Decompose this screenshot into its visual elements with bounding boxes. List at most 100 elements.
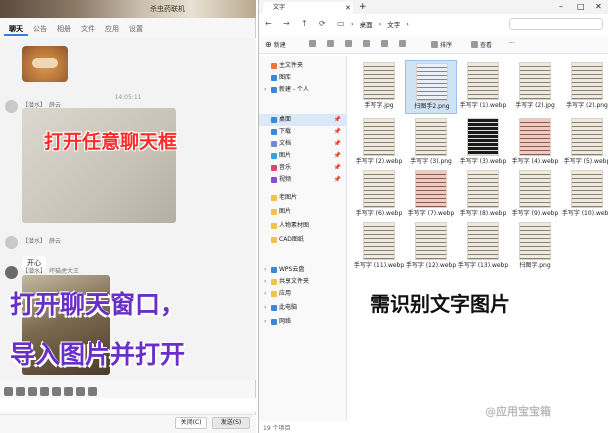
chevron-right-icon[interactable]: ›	[264, 288, 266, 300]
sidebar-item[interactable]: 人物素材图	[259, 220, 347, 232]
close-window-icon[interactable]: ✕	[595, 2, 602, 11]
copy-button[interactable]	[327, 40, 334, 47]
paste-icon	[345, 40, 352, 47]
back-icon[interactable]: ←	[265, 19, 272, 28]
delete-button[interactable]	[399, 40, 406, 47]
star-icon[interactable]	[76, 386, 85, 396]
view-button[interactable]: 查看	[471, 40, 492, 49]
file-item[interactable]: 手写字 (13).webp	[457, 220, 509, 274]
chat-photo-message[interactable]	[22, 108, 176, 223]
folder-icon[interactable]	[28, 386, 37, 396]
file-item[interactable]: 手写字 (11).webp	[353, 220, 405, 274]
sidebar-item[interactable]: 桌面 📌	[259, 114, 347, 126]
mic-icon[interactable]	[52, 386, 61, 396]
chevron-right-icon[interactable]: ›	[264, 84, 266, 96]
sidebar-item[interactable]: 老图片	[259, 192, 347, 204]
forward-icon[interactable]: →	[283, 19, 290, 28]
chevron-right-icon[interactable]: ›	[264, 264, 266, 276]
breadcrumb-item[interactable]: 文字	[387, 19, 400, 29]
monitor-icon[interactable]: ▭	[337, 19, 345, 28]
sticker-image[interactable]	[22, 46, 68, 82]
sidebar-item[interactable]: › 新建 - 个人	[259, 84, 347, 96]
send-button[interactable]: 发送(S)	[212, 417, 250, 429]
sidebar-item[interactable]: 图片 📌	[259, 150, 347, 162]
file-item[interactable]: 手写字 (2).jpg	[509, 60, 561, 114]
sidebar-item[interactable]: 下载 📌	[259, 126, 347, 138]
file-thumbnail	[467, 170, 499, 208]
message-input[interactable]	[0, 398, 256, 412]
sidebar-item[interactable]: › 网络	[259, 316, 347, 328]
add-tab-icon[interactable]: +	[359, 2, 367, 12]
tab-files[interactable]: 文件	[76, 22, 100, 36]
caption-need-ocr: 需识别文字图片	[370, 292, 510, 316]
chat-message-list[interactable]: 14:05:11 【潜水】 薛云 【潜水】 薛云 开心 【潜水】 坏猫虎大王	[0, 38, 256, 380]
file-item[interactable]: 手写字 (2).webp	[353, 116, 405, 170]
tab-album[interactable]: 相册	[52, 22, 76, 36]
sidebar-item[interactable]: 主文件夹	[259, 60, 347, 72]
sort-button[interactable]: 排序	[431, 40, 452, 49]
sidebar-item[interactable]: › 应用	[259, 288, 347, 300]
share-button[interactable]	[381, 40, 388, 47]
chevron-right-icon[interactable]: ›	[264, 276, 266, 288]
breadcrumb-item[interactable]: 桌面	[360, 19, 373, 29]
new-button[interactable]: ⊕ 新建	[265, 40, 286, 49]
cut-icon[interactable]	[16, 386, 25, 396]
file-item[interactable]: 手写字 (3).webp	[457, 116, 509, 170]
sidebar-item[interactable]: 图片	[259, 206, 347, 218]
sender-name: 坏猫虎大王	[49, 268, 80, 275]
file-name: 手写字 (4).webp	[511, 158, 559, 165]
command-bar: ⊕ 新建 排序 查看 ···	[259, 36, 608, 54]
file-item[interactable]: 手写字 (12).webp	[405, 220, 457, 274]
avatar[interactable]	[5, 236, 18, 249]
sidebar-item-label: 主文件夹	[279, 62, 304, 69]
file-item[interactable]: 手写字 (7).webp	[405, 168, 457, 222]
explorer-tab[interactable]: 文字 ✕	[263, 2, 353, 14]
close-button[interactable]: 关闭(C)	[175, 417, 207, 429]
status-bar: 19 个项目	[263, 425, 291, 432]
close-icon[interactable]: ✕	[345, 2, 351, 14]
minimize-icon[interactable]: –	[559, 2, 563, 11]
file-item[interactable]: 扫图手2.png	[405, 60, 457, 114]
file-item[interactable]: 手写字 (8).webp	[457, 168, 509, 222]
refresh-icon[interactable]: ⟳	[319, 19, 326, 28]
tab-settings[interactable]: 设置	[124, 22, 148, 36]
paste-button[interactable]	[345, 40, 352, 47]
file-item[interactable]: 手写字 (6).webp	[353, 168, 405, 222]
sidebar-item[interactable]: › WPS云盘	[259, 264, 347, 276]
sidebar-item[interactable]: › 共享文件夹	[259, 276, 347, 288]
caption-open-chat: 打开任意聊天框	[44, 131, 178, 153]
more-icon[interactable]	[88, 386, 97, 396]
chevron-right-icon[interactable]: ›	[264, 316, 266, 328]
file-item[interactable]: 手写字 (5).webp	[561, 116, 608, 170]
search-input[interactable]	[509, 18, 603, 30]
tab-announcement[interactable]: 公告	[28, 22, 52, 36]
smile-icon[interactable]	[4, 386, 13, 396]
file-item[interactable]: 手写字 (9).webp	[509, 168, 561, 222]
tab-apps[interactable]: 应用	[100, 22, 124, 36]
sidebar-item[interactable]: 音乐 📌	[259, 162, 347, 174]
tab-chat[interactable]: 聊天	[4, 22, 28, 36]
sidebar-item[interactable]: 图库	[259, 72, 347, 84]
file-item[interactable]: 手写字 (4).webp	[509, 116, 561, 170]
file-item[interactable]: 手写字 (2).png	[561, 60, 608, 114]
sidebar-item[interactable]: › 此电脑	[259, 302, 347, 314]
file-item[interactable]: 扫图字.png	[509, 220, 561, 274]
up-icon[interactable]: ↑	[301, 19, 308, 28]
file-item[interactable]: 手写字 (3).png	[405, 116, 457, 170]
image-icon[interactable]	[40, 386, 49, 396]
avatar[interactable]	[5, 100, 18, 113]
rename-button[interactable]	[363, 40, 370, 47]
maximize-icon[interactable]: □	[577, 2, 585, 11]
avatar[interactable]	[5, 266, 18, 279]
breadcrumb[interactable]: › 桌面 › 文字 ›	[351, 18, 501, 30]
file-item[interactable]: 手写字.jpg	[353, 60, 405, 114]
sidebar-item[interactable]: 文档 📌	[259, 138, 347, 150]
sidebar-item[interactable]: 视频 📌	[259, 174, 347, 186]
sidebar-item[interactable]: CAD图纸	[259, 234, 347, 246]
chevron-right-icon[interactable]: ›	[264, 302, 266, 314]
more-button[interactable]: ···	[509, 40, 515, 47]
file-item[interactable]: 手写字 (10).webp	[561, 168, 608, 222]
cut-button[interactable]	[309, 40, 316, 47]
gift-icon[interactable]	[64, 386, 73, 396]
file-item[interactable]: 手写字 (1).webp	[457, 60, 509, 114]
